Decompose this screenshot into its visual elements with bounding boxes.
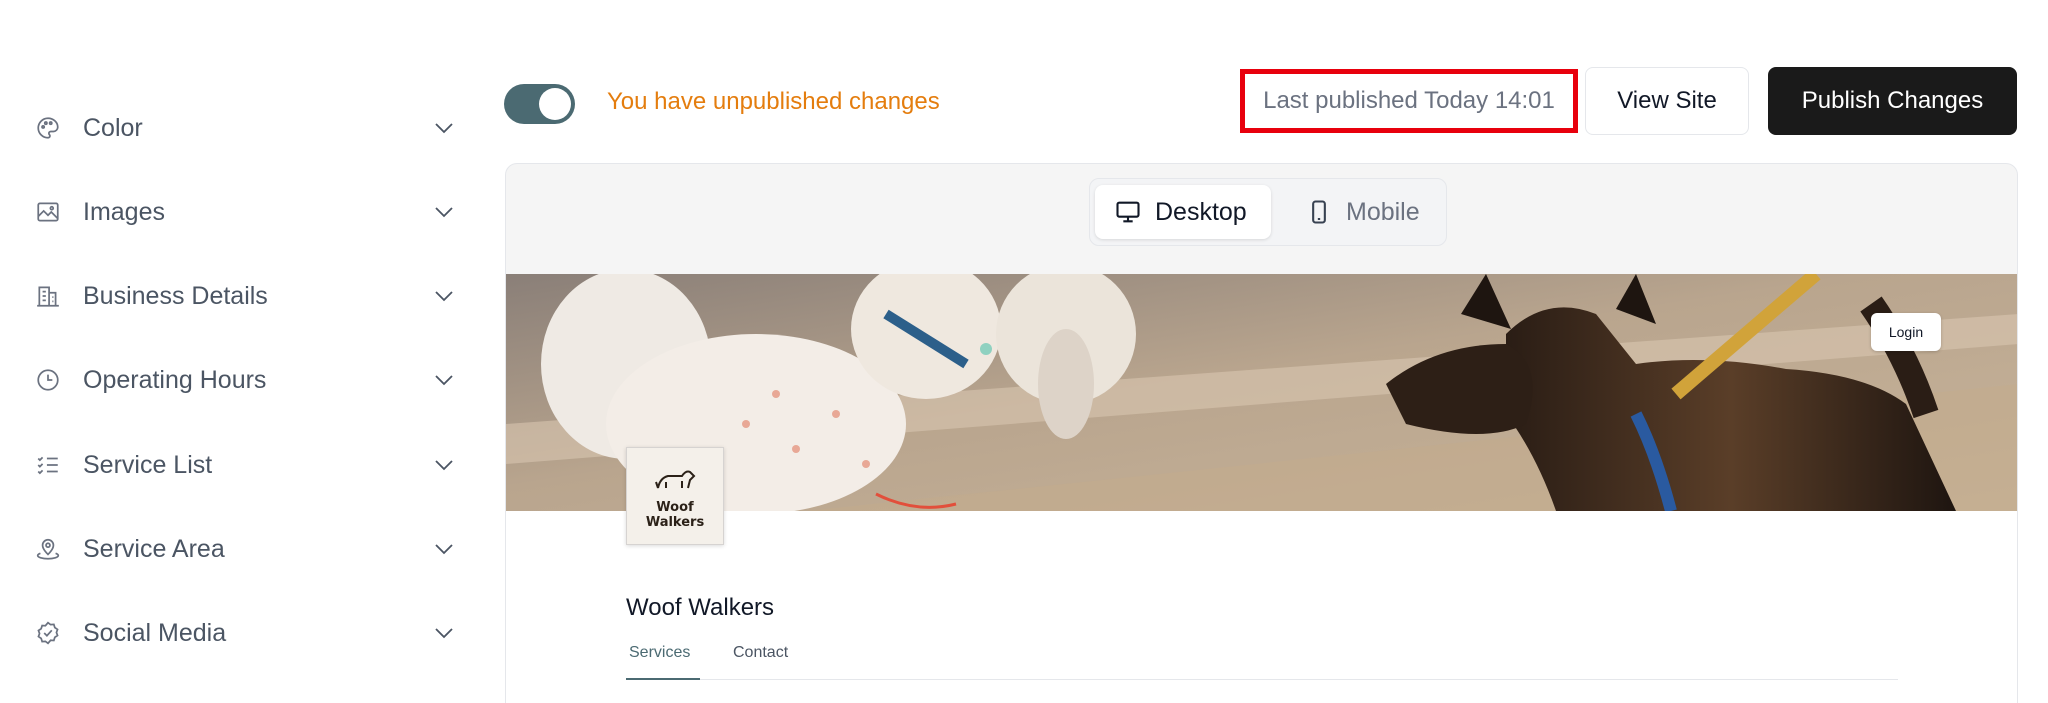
accordion-label: Business Details: [83, 281, 268, 310]
image-icon: [34, 198, 62, 226]
active-tab-indicator: [626, 678, 700, 680]
accordion-label: Color: [83, 113, 143, 142]
publish-changes-button[interactable]: Publish Changes: [1768, 67, 2017, 135]
location-pin-icon: [34, 535, 62, 563]
chevron-down-icon: [430, 535, 458, 563]
toggle-knob: [539, 88, 571, 120]
chevron-down-icon: [430, 619, 458, 647]
mobile-view-button[interactable]: Mobile: [1286, 185, 1436, 239]
badge-check-icon: [34, 619, 62, 647]
clock-icon: [34, 366, 62, 394]
accordion-label: Images: [83, 197, 165, 226]
unpublished-changes-notice: You have unpublished changes: [607, 88, 940, 115]
site-preview-panel: Desktop Mobile Login Woof Walkers Woof W…: [505, 163, 2018, 703]
accordion-service-list[interactable]: Service List: [0, 435, 470, 495]
accordion-service-area[interactable]: Service Area: [0, 519, 470, 579]
chevron-down-icon: [430, 451, 458, 479]
accordion-label: Service Area: [83, 534, 225, 563]
chevron-down-icon: [430, 198, 458, 226]
monitor-icon: [1113, 197, 1143, 227]
chevron-down-icon: [430, 114, 458, 142]
device-switcher: Desktop Mobile: [1089, 178, 1447, 246]
accordion-operating-hours[interactable]: Operating Hours: [0, 350, 470, 410]
tab-divider: [626, 679, 1898, 680]
tab-contact[interactable]: Contact: [733, 644, 788, 662]
building-icon: [34, 282, 62, 310]
view-site-button[interactable]: View Site: [1585, 67, 1749, 135]
tab-services[interactable]: Services: [629, 644, 690, 662]
accordion-social-media[interactable]: Social Media: [0, 603, 470, 663]
palette-icon: [34, 114, 62, 142]
accordion-label: Social Media: [83, 618, 227, 647]
accordion-label: Service List: [83, 450, 213, 479]
accordion-label: Operating Hours: [83, 365, 267, 394]
accordion-images[interactable]: Images: [0, 182, 470, 242]
logo-text-line1: Woof: [656, 499, 694, 515]
last-published-status: Last published Today 14:01: [1240, 69, 1578, 133]
checklist-icon: [34, 451, 62, 479]
website-preview: Login Woof Walkers Woof Walkers Services…: [506, 274, 2017, 703]
accordion-color[interactable]: Color: [0, 98, 470, 158]
desktop-view-button[interactable]: Desktop: [1095, 185, 1271, 239]
chevron-down-icon: [430, 282, 458, 310]
business-name: Woof Walkers: [626, 594, 775, 621]
publish-mode-toggle[interactable]: [504, 84, 575, 124]
accordion-business-details[interactable]: Business Details: [0, 266, 470, 326]
desktop-label: Desktop: [1155, 197, 1247, 226]
business-logo: Woof Walkers: [626, 447, 724, 545]
logo-text-line2: Walkers: [645, 514, 705, 530]
login-button[interactable]: Login: [1871, 313, 1941, 351]
mobile-label: Mobile: [1346, 197, 1420, 226]
site-tabs: Services Contact: [626, 644, 1926, 672]
chevron-down-icon: [430, 366, 458, 394]
dog-logo-icon: [652, 464, 698, 499]
smartphone-icon: [1304, 197, 1334, 227]
cover-image: [506, 274, 2017, 511]
